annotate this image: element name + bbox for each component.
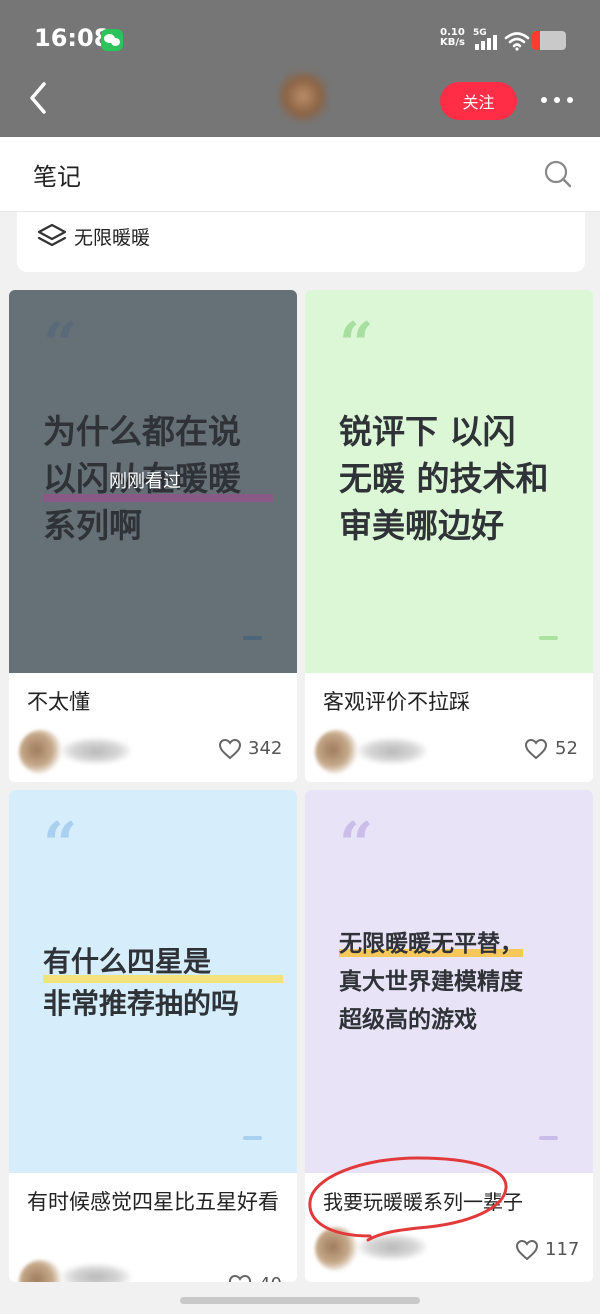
quote-mark-icon: “ xyxy=(43,310,77,380)
network-type: 5G xyxy=(473,28,487,38)
note-card[interactable]: “ 有什么四星是 非常推荐抽的吗 有时候感觉四星比五星好看 40 xyxy=(9,790,297,1282)
network-speed: 0.10 KB/s xyxy=(440,28,465,48)
author-avatar[interactable] xyxy=(19,730,63,774)
status-time: 16:08 xyxy=(34,24,111,52)
note-card[interactable]: “ 锐评下 以闪 无暖 的技术和 审美哪边好 客观评价不拉踩 52 xyxy=(305,290,593,782)
cover-text: 无限暖暖无平替， 真大世界建模精度 超级高的游戏 xyxy=(339,931,523,1033)
note-title: 客观评价不拉踩 xyxy=(323,690,470,714)
heart-icon[interactable] xyxy=(228,1274,252,1282)
note-cover: “ 有什么四星是 非常推荐抽的吗 xyxy=(9,790,297,1173)
like-count: 52 xyxy=(555,738,578,759)
note-cover: “ 无限暖暖无平替， 真大世界建模精度 超级高的游戏 xyxy=(305,790,593,1173)
network-speed-unit: KB/s xyxy=(440,37,465,48)
layers-icon xyxy=(37,223,67,247)
quote-mark-icon: “ xyxy=(43,810,77,880)
cover-dash xyxy=(243,636,262,640)
wechat-notification-icon xyxy=(101,29,123,51)
quote-mark-icon: “ xyxy=(339,810,373,880)
note-title: 有时候感觉四星比五星好看 xyxy=(27,1190,279,1214)
back-icon[interactable] xyxy=(24,78,54,118)
cover-dash xyxy=(243,1136,262,1140)
header-bar: 16:08 0.10 KB/s 5G 关注 xyxy=(0,0,600,137)
more-options-icon[interactable] xyxy=(541,97,573,105)
profile-avatar[interactable] xyxy=(278,72,328,126)
hand-drawn-circle-annotation xyxy=(308,1156,508,1242)
battery-icon xyxy=(532,31,566,50)
like-count: 342 xyxy=(248,738,283,759)
tab-bar: 笔记 xyxy=(0,137,600,212)
like-count: 117 xyxy=(545,1239,580,1260)
heart-icon[interactable] xyxy=(218,738,242,760)
author-name[interactable] xyxy=(61,738,131,764)
cover-text: 有什么四星是 非常推荐抽的吗 xyxy=(43,941,283,1025)
author-avatar[interactable] xyxy=(315,730,359,774)
home-indicator[interactable] xyxy=(180,1297,420,1304)
signal-icon: 5G xyxy=(473,28,501,50)
wifi-icon xyxy=(504,32,530,51)
like-count: 40 xyxy=(259,1274,282,1282)
recently-viewed-label: 刚刚看过 xyxy=(109,471,181,492)
tab-notes[interactable]: 笔记 xyxy=(33,157,81,192)
follow-button[interactable]: 关注 xyxy=(440,82,517,120)
author-avatar[interactable] xyxy=(19,1260,63,1282)
collection-card[interactable]: 无限暖暖 xyxy=(17,212,585,272)
search-icon[interactable] xyxy=(543,159,573,189)
cover-text: 锐评下 以闪 无暖 的技术和 审美哪边好 xyxy=(339,412,549,545)
note-card[interactable]: “ 为什么都在说 以闪从在暖暖 系列啊 刚刚看过 不太懂 342 xyxy=(9,290,297,782)
author-name[interactable] xyxy=(357,738,427,764)
heart-icon[interactable] xyxy=(524,738,548,760)
collection-label: 无限暖暖 xyxy=(74,227,151,249)
cover-dash xyxy=(539,636,558,640)
note-cover: “ 为什么都在说 以闪从在暖暖 系列啊 刚刚看过 xyxy=(9,290,297,673)
note-title: 不太懂 xyxy=(27,690,90,714)
cover-dash xyxy=(539,1136,558,1140)
author-name[interactable] xyxy=(61,1264,131,1282)
note-cover: “ 锐评下 以闪 无暖 的技术和 审美哪边好 xyxy=(305,290,593,673)
quote-mark-icon: “ xyxy=(339,310,373,380)
heart-icon[interactable] xyxy=(515,1239,539,1261)
